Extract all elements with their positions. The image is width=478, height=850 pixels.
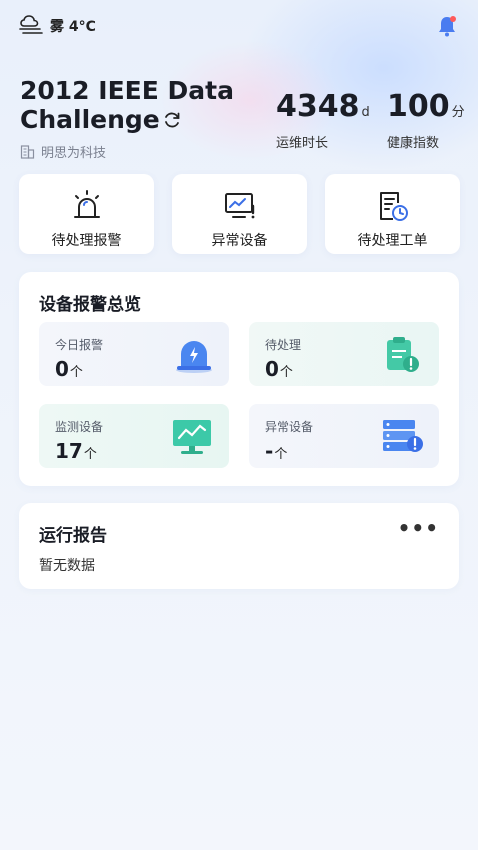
health-index-unit: 分 bbox=[451, 105, 465, 120]
pending-work-orders-label: 待处理工单 bbox=[357, 233, 428, 249]
building-icon bbox=[20, 145, 35, 159]
abnormal-devices-unit: 个 bbox=[274, 447, 288, 462]
clipboard-alert-icon bbox=[387, 337, 419, 372]
monitored-devices-unit: 个 bbox=[83, 447, 97, 462]
pending-value: 0 bbox=[265, 357, 279, 381]
work-order-clock-icon bbox=[379, 192, 408, 221]
today-alarms-unit: 个 bbox=[69, 365, 83, 380]
fog-icon bbox=[19, 15, 43, 34]
weather-text: 雾 4°C bbox=[50, 19, 96, 35]
monitor-chart-icon bbox=[173, 420, 211, 454]
run-report-title: 运行报告 bbox=[39, 526, 107, 546]
abnormal-devices-button[interactable]: 异常设备 bbox=[172, 174, 307, 254]
alarm-light-icon bbox=[73, 190, 100, 218]
project-title: 2012 IEEE Data Challenge bbox=[20, 76, 234, 134]
page-title: 2012 IEEE Data Challenge bbox=[20, 76, 270, 134]
ops-duration-label: 运维时长 bbox=[276, 136, 329, 151]
pending-work-orders-button[interactable]: 待处理工单 bbox=[325, 174, 460, 254]
ops-duration-unit: d bbox=[361, 105, 370, 120]
abnormal-devices-value: - bbox=[265, 439, 274, 463]
company-row: 明思为科技 bbox=[20, 142, 106, 161]
today-alarms-tile[interactable]: 今日报警 0个 bbox=[39, 322, 229, 386]
health-index-stat: 100 分 健康指数 bbox=[387, 89, 465, 152]
server-alert-icon bbox=[383, 420, 423, 452]
alarm-overview-card: 设备报警总览 今日报警 0个 待处理 0个 监测设备 17个 异常设备 -个 bbox=[19, 272, 459, 486]
company-name: 明思为科技 bbox=[41, 146, 107, 161]
alarm-overview-title: 设备报警总览 bbox=[39, 295, 141, 315]
pending-tile[interactable]: 待处理 0个 bbox=[249, 322, 439, 386]
health-index-value: 100 bbox=[387, 89, 450, 124]
abnormal-devices-tile[interactable]: 异常设备 -个 bbox=[249, 404, 439, 468]
monitored-devices-value: 17 bbox=[55, 439, 83, 463]
pending-alarms-button[interactable]: 待处理报警 bbox=[19, 174, 154, 254]
more-options-icon[interactable]: ••• bbox=[398, 518, 439, 538]
health-index-label: 健康指数 bbox=[387, 136, 440, 151]
switch-project-icon[interactable] bbox=[162, 110, 182, 130]
abnormal-devices-label: 异常设备 bbox=[211, 233, 268, 249]
monitor-warning-icon bbox=[224, 193, 254, 219]
bell-icon bbox=[176, 341, 212, 373]
weather-widget: 雾 4°C bbox=[18, 14, 96, 38]
empty-state-text: 暂无数据 bbox=[39, 558, 95, 574]
today-alarms-value: 0 bbox=[55, 357, 69, 381]
pending-alarms-label: 待处理报警 bbox=[51, 233, 122, 249]
monitored-devices-tile[interactable]: 监测设备 17个 bbox=[39, 404, 229, 468]
ops-duration-value: 4348 bbox=[276, 89, 360, 124]
notification-bell-icon[interactable] bbox=[436, 14, 458, 38]
ops-duration-stat: 4348 d 运维时长 bbox=[276, 89, 370, 152]
pending-unit: 个 bbox=[279, 365, 293, 380]
run-report-card: 运行报告 ••• 暂无数据 bbox=[19, 503, 459, 589]
